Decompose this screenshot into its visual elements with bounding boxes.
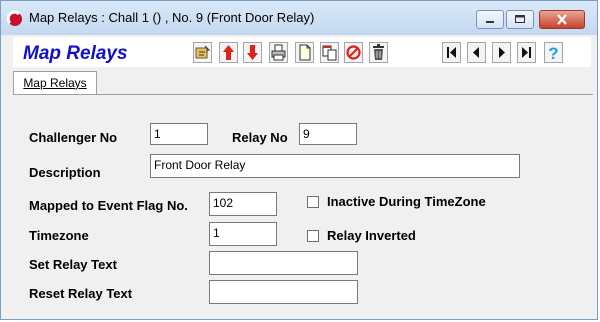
toolbar: Map Relays ? — [13, 37, 591, 67]
svg-text:?: ? — [548, 44, 558, 62]
event-flag-field[interactable]: 102 — [209, 192, 277, 216]
title-bar[interactable]: Map Relays : Chall 1 () , No. 9 (Front D… — [1, 1, 597, 35]
select-icon — [195, 45, 211, 59]
app-logo-icon — [7, 11, 22, 26]
challenger-no-field[interactable]: 1 — [150, 123, 208, 145]
print-icon — [271, 44, 286, 61]
previous-record-icon — [473, 47, 479, 58]
event-flag-label: Mapped to Event Flag No. — [29, 198, 188, 213]
help-button[interactable]: ? — [544, 42, 563, 63]
move-up-button[interactable] — [219, 42, 238, 63]
last-record-button[interactable] — [517, 42, 536, 63]
set-relay-text-field[interactable] — [209, 251, 358, 275]
inactive-during-timezone-checkbox[interactable] — [307, 196, 319, 208]
challenger-no-label: Challenger No — [29, 130, 118, 145]
timezone-field[interactable]: 1 — [209, 222, 277, 246]
reset-relay-text-label: Reset Relay Text — [29, 286, 133, 301]
reset-relay-text-field[interactable] — [209, 280, 358, 304]
print-button[interactable] — [269, 42, 288, 63]
new-button[interactable] — [295, 42, 314, 63]
description-field[interactable]: Front Door Relay — [150, 154, 520, 178]
app-title: Map Relays — [23, 43, 128, 64]
close-icon — [557, 14, 567, 25]
cancel-icon — [346, 45, 361, 60]
help-icon: ? — [548, 44, 558, 63]
close-button[interactable] — [539, 10, 585, 29]
relay-inverted-label: Relay Inverted — [327, 228, 416, 243]
set-relay-text-label: Set Relay Text — [29, 257, 117, 272]
first-record-button[interactable] — [442, 42, 461, 63]
select-button[interactable] — [193, 42, 212, 63]
last-record-icon — [522, 47, 531, 58]
timezone-label: Timezone — [29, 228, 89, 243]
map-relays-window: Map Relays : Chall 1 () , No. 9 (Front D… — [0, 0, 598, 320]
minimize-button[interactable] — [476, 10, 504, 29]
delete-icon — [373, 44, 384, 60]
cancel-button[interactable] — [344, 42, 363, 63]
first-record-icon — [447, 47, 456, 58]
maximize-icon — [515, 15, 525, 23]
move-up-icon — [223, 45, 234, 60]
new-icon — [299, 44, 311, 61]
copy-button[interactable] — [320, 42, 339, 63]
maximize-button[interactable] — [506, 10, 534, 29]
relay-no-label: Relay No — [232, 130, 288, 145]
map-relays-panel: Challenger No 1 Relay No 9 Description F… — [13, 94, 593, 314]
minimize-icon — [486, 21, 494, 23]
tab-strip: Map Relays — [13, 69, 591, 97]
previous-record-button[interactable] — [467, 42, 486, 63]
move-down-button[interactable] — [243, 42, 262, 63]
move-down-icon — [247, 45, 258, 60]
next-record-icon — [499, 47, 505, 58]
inactive-during-timezone-label: Inactive During TimeZone — [327, 194, 486, 209]
next-record-button[interactable] — [492, 42, 511, 63]
tab-label: Map Relays — [23, 76, 87, 90]
description-label: Description — [29, 165, 101, 180]
window-title: Map Relays : Chall 1 () , No. 9 (Front D… — [29, 10, 315, 25]
relay-no-field[interactable]: 9 — [299, 123, 357, 145]
relay-inverted-checkbox[interactable] — [307, 230, 319, 242]
delete-button[interactable] — [369, 42, 388, 63]
copy-icon — [322, 45, 337, 61]
